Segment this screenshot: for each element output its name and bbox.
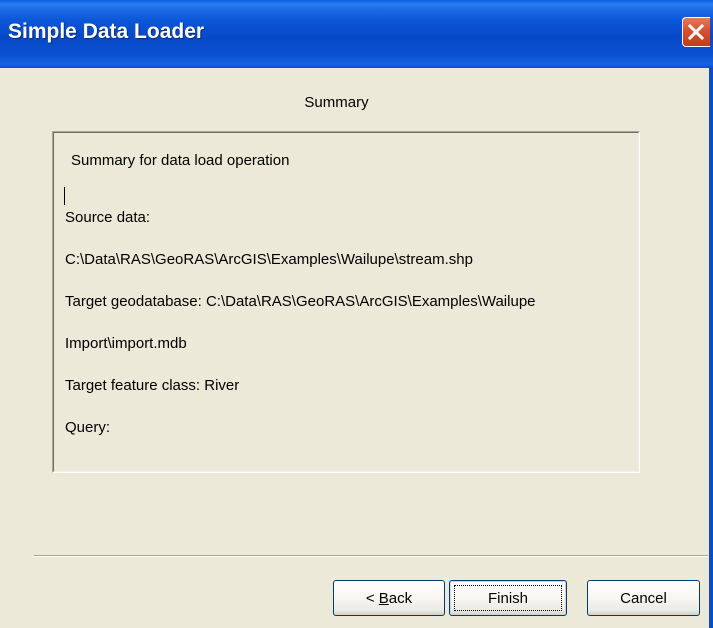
cancel-button-label: Cancel: [620, 589, 667, 607]
separator-line: [34, 555, 708, 557]
summary-line: Query:: [65, 419, 111, 436]
title-bar[interactable]: Simple Data Loader: [0, 0, 713, 68]
summary-line: Source data:: [65, 209, 151, 226]
close-button[interactable]: [682, 17, 710, 47]
summary-line: Target feature class: River: [65, 377, 240, 394]
summary-line: C:\Data\RAS\GeoRAS\ArcGIS\Examples\Wailu…: [65, 251, 473, 268]
summary-line: Target geodatabase: C:\Data\RAS\GeoRAS\A…: [65, 293, 536, 310]
back-button[interactable]: < Back: [333, 580, 445, 616]
back-button-prefix: <: [365, 589, 379, 607]
page-heading: Summary: [304, 94, 369, 111]
summary-caption: Summary for data load operation: [71, 152, 290, 169]
summary-line: Import\import.mdb: [65, 335, 187, 352]
close-icon: [687, 23, 705, 41]
back-button-label: ack: [388, 589, 413, 607]
summary-text[interactable]: Source data: C:\Data\RAS\GeoRAS\ArcGIS\E…: [65, 186, 635, 459]
cancel-button[interactable]: Cancel: [587, 580, 700, 616]
back-button-accelerator: B: [378, 589, 389, 607]
finish-button[interactable]: Finish: [449, 580, 567, 616]
window-frame: [709, 68, 713, 628]
focus-rect: [454, 585, 562, 611]
window-title: Simple Data Loader: [8, 20, 205, 43]
